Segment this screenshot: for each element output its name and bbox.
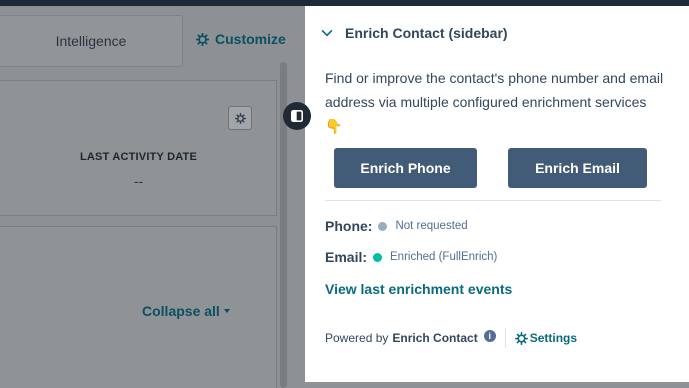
- details-card: [0, 226, 277, 388]
- phone-status-value: Not requested: [395, 220, 468, 232]
- enrich-phone-button[interactable]: Enrich Phone: [334, 148, 477, 188]
- tab-intelligence-label: Intelligence: [55, 33, 127, 49]
- footer-separator: [504, 328, 506, 348]
- view-enrichment-events-link[interactable]: View last enrichment events: [325, 281, 512, 297]
- brand-name: Enrich Contact: [392, 331, 478, 345]
- settings-label: Settings: [529, 331, 578, 345]
- enrich-phone-label: Enrich Phone: [360, 160, 451, 176]
- card-settings-button[interactable]: [228, 106, 252, 130]
- phone-status-row: Phone: Not requested: [325, 218, 468, 234]
- powered-by-text: Powered by: [325, 331, 389, 345]
- status-dot-icon: [378, 221, 388, 231]
- sidebar-header[interactable]: Enrich Contact (sidebar): [321, 25, 508, 41]
- enrich-contact-sidebar: Enrich Contact (sidebar) Find or improve…: [305, 6, 689, 382]
- last-activity-date-label: LAST ACTIVITY DATE: [79, 151, 198, 163]
- phone-label: Phone:: [325, 218, 373, 234]
- caret-down-icon: [223, 309, 230, 313]
- sidebar-description: Find or improve the contact's phone numb…: [325, 70, 664, 134]
- gear-icon: [196, 32, 209, 46]
- gear-icon: [234, 112, 246, 124]
- enrich-email-button[interactable]: Enrich Email: [508, 148, 647, 188]
- email-status-row: Email: Enriched (FullEnrich): [325, 249, 497, 265]
- info-icon[interactable]: i: [483, 330, 496, 342]
- settings-link[interactable]: Settings: [514, 331, 578, 345]
- sidebar-footer: Powered by Enrich Contact i Settings: [325, 328, 577, 348]
- enrich-email-label: Enrich Email: [535, 160, 620, 176]
- last-activity-date-value: --: [133, 173, 144, 189]
- collapse-all-button[interactable]: Collapse all: [142, 303, 230, 319]
- sidebar-toggle-button[interactable]: [283, 102, 311, 130]
- customize-button[interactable]: Customize: [196, 31, 286, 47]
- collapse-all-label: Collapse all: [142, 303, 220, 319]
- customize-label: Customize: [215, 31, 286, 47]
- email-label: Email:: [325, 249, 368, 265]
- record-page-background: Intelligence Customize LAST ACTIVITY DAT…: [0, 6, 305, 388]
- chevron-down-icon: [321, 29, 333, 37]
- sidebar-title: Enrich Contact (sidebar): [345, 25, 508, 41]
- status-dot-icon: [373, 252, 383, 262]
- divider: [325, 200, 661, 201]
- email-status-value: Enriched (FullEnrich): [390, 251, 498, 263]
- tab-intelligence[interactable]: Intelligence: [0, 15, 183, 67]
- gear-icon: [514, 331, 528, 345]
- last-activity-card: LAST ACTIVITY DATE --: [0, 80, 277, 216]
- panel-toggle-icon: [291, 110, 303, 122]
